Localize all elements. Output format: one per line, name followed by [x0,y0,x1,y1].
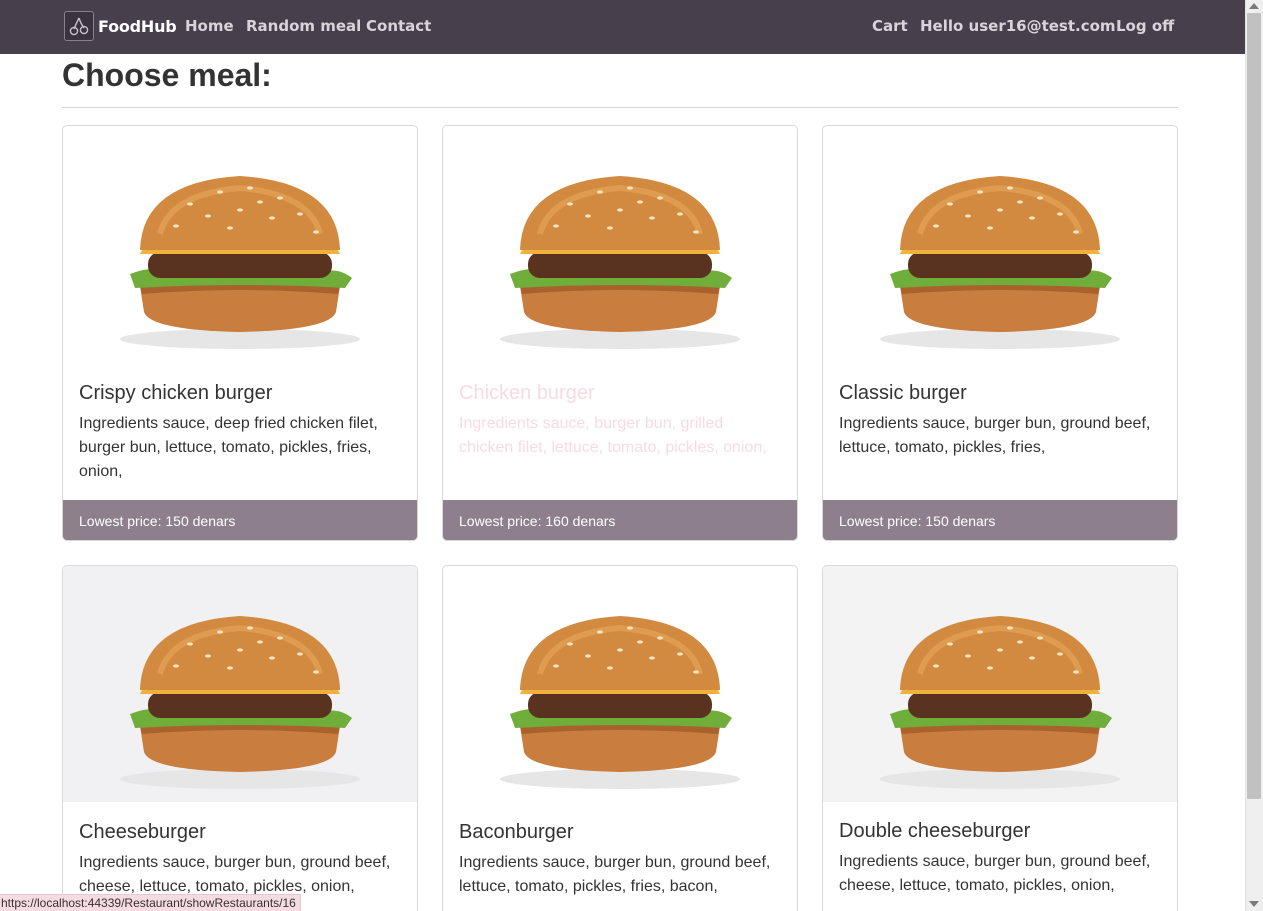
meal-card[interactable]: Cheeseburger Ingredients sauce, burger b… [62,565,418,911]
nav-cart-link[interactable]: Cart [872,17,908,35]
nav-log-off-link[interactable]: Log off [1116,17,1174,35]
status-bar-url: https://localhost:44339/Restaurant/showR… [0,894,301,911]
title-divider [62,107,1178,108]
meal-card[interactable]: Baconburger Ingredients sauce, burger bu… [442,565,798,911]
meal-card[interactable]: Crispy chicken burger Ingredients sauce,… [62,125,418,541]
meal-card[interactable]: Classic burger Ingredients sauce, burger… [822,125,1178,541]
meal-card[interactable]: Double cheeseburger Ingredients sauce, b… [822,565,1178,911]
meal-image [823,566,1177,802]
scroll-down-arrow-icon[interactable] [1249,901,1259,907]
meal-ingredients: Ingredients sauce, burger bun, ground be… [459,854,771,895]
meal-image [823,126,1177,362]
cherry-logo-icon [64,11,94,41]
meal-name: Cheeseburger [79,821,206,843]
page-title: Choose meal: [62,57,272,93]
meal-name: Crispy chicken burger [79,382,273,404]
meal-image [63,126,417,362]
meal-ingredients: Ingredients sauce, burger bun, ground be… [839,415,1151,456]
meal-price: Lowest price: 150 denars [63,500,417,540]
meal-name: Baconburger [459,821,574,843]
brand-link[interactable]: FoodHub [64,11,177,41]
nav-home-link[interactable]: Home [185,17,234,35]
top-navbar: FoodHub Home Random meal Contact Cart He… [0,0,1245,54]
meal-image [63,566,417,802]
meal-name: Classic burger [839,382,967,404]
meal-price: Lowest price: 150 denars [823,500,1177,540]
meal-card[interactable]: Chicken burger Ingredients sauce, burger… [442,125,798,541]
nav-random-meal-link[interactable]: Random meal [246,17,361,35]
meal-name: Double cheeseburger [839,820,1031,842]
meal-name: Chicken burger [459,382,595,404]
brand-name: FoodHub [98,16,177,36]
meal-ingredients: Ingredients sauce, burger bun, ground be… [79,854,391,895]
scroll-up-arrow-icon[interactable] [1249,3,1259,9]
meal-image [443,126,797,362]
meal-image [443,566,797,802]
nav-contact-link[interactable]: Contact [366,17,431,35]
meal-price: Lowest price: 160 denars [443,500,797,540]
meal-ingredients: Ingredients sauce, burger bun, grilled c… [459,415,767,456]
meal-ingredients: Ingredients sauce, deep fried chicken fi… [79,415,378,480]
meal-ingredients: Ingredients sauce, burger bun, ground be… [839,853,1151,894]
nav-user-greeting-link[interactable]: Hello user16@test.com! [920,17,1122,35]
scrollbar-thumb[interactable] [1247,13,1261,799]
